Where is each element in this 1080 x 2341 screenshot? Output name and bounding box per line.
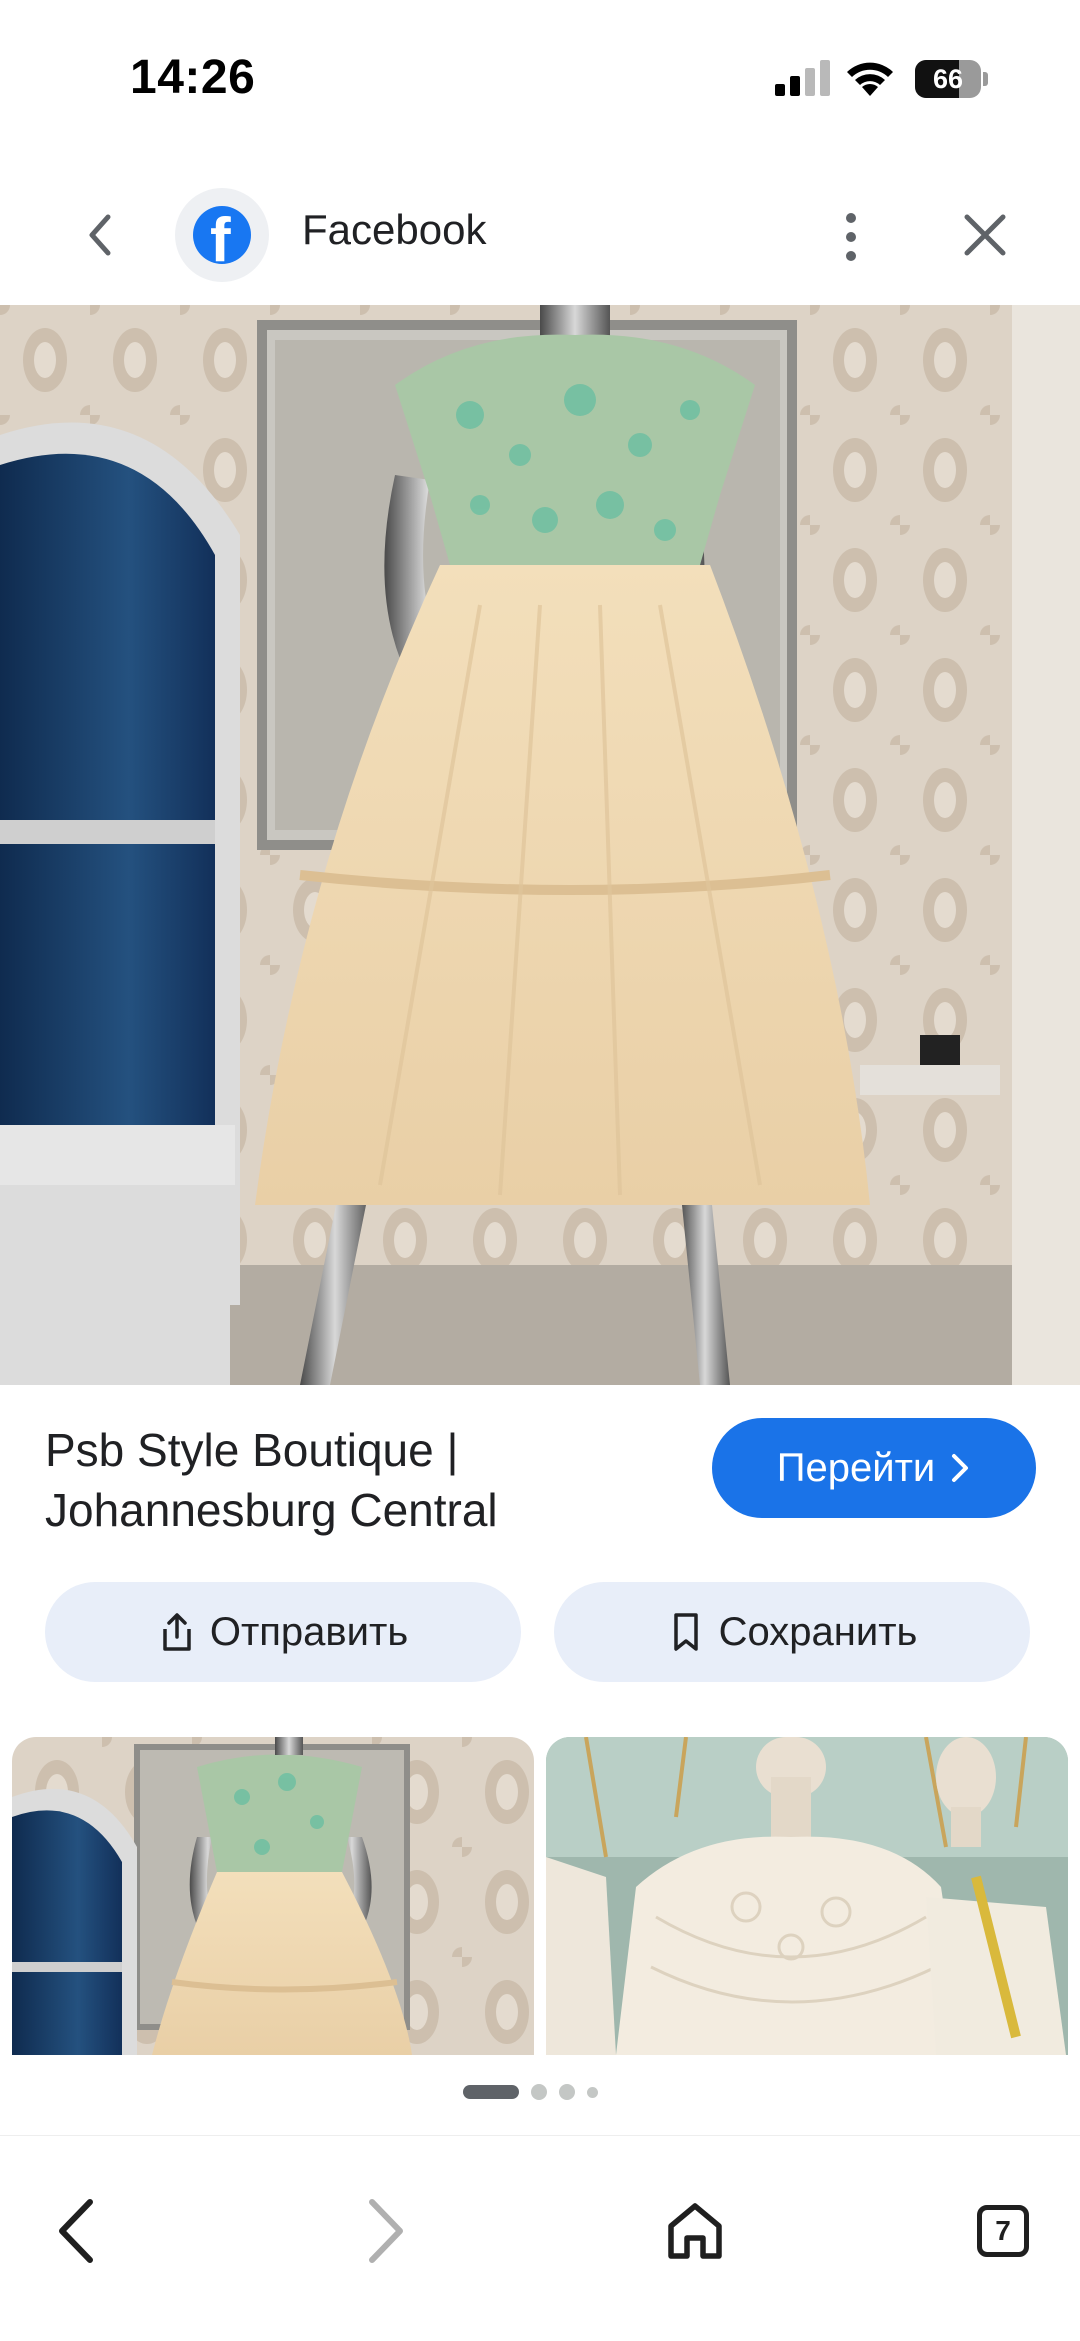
related-image-thumbnail[interactable]: [546, 1737, 1068, 2055]
site-favicon[interactable]: f: [175, 188, 269, 282]
close-icon: [964, 214, 1006, 256]
home-button[interactable]: [650, 2186, 740, 2276]
home-icon: [668, 2203, 722, 2259]
arrow-forward-icon: [369, 2199, 403, 2263]
related-image-thumbnail[interactable]: [12, 1737, 534, 2055]
cellular-signal-icon: [775, 60, 830, 96]
visit-button-label: Перейти: [776, 1445, 936, 1490]
carousel-page-indicator: [0, 2082, 1080, 2102]
tabs-button[interactable]: 7: [958, 2186, 1048, 2276]
status-bar: 14:26 66: [0, 0, 1080, 150]
share-button[interactable]: Отправить: [45, 1582, 521, 1682]
page-dot: [586, 2086, 598, 2098]
arrow-back-icon: [59, 2199, 93, 2263]
page-dot: [558, 2084, 575, 2100]
dress-photo: [0, 305, 1080, 1385]
battery-indicator: 66: [915, 60, 988, 98]
back-button[interactable]: [70, 200, 130, 270]
facebook-logo-icon: f: [193, 206, 251, 264]
site-name[interactable]: Facebook: [302, 206, 486, 254]
tab-count: 7: [977, 2205, 1029, 2257]
chevron-right-icon: [952, 1454, 969, 1482]
wifi-icon: [847, 62, 893, 96]
share-button-label: Отправить: [209, 1609, 409, 1654]
more-options-button[interactable]: [826, 202, 876, 272]
battery-level: 66: [932, 64, 964, 94]
visit-button[interactable]: Перейти: [712, 1418, 1036, 1518]
browser-back-button[interactable]: [32, 2186, 122, 2276]
main-result-image[interactable]: [0, 305, 1080, 1385]
more-vertical-icon: [846, 213, 856, 223]
status-time: 14:26: [130, 51, 256, 104]
save-button-label: Сохранить: [718, 1609, 918, 1654]
browser-bottom-toolbar: 7: [0, 2135, 1080, 2341]
close-button[interactable]: [955, 205, 1015, 265]
browser-forward-button[interactable]: [340, 2186, 430, 2276]
bookmark-icon: [673, 1613, 698, 1651]
result-title[interactable]: Psb Style Boutique | Johannesburg Centra…: [45, 1420, 685, 1540]
share-icon: [163, 1613, 191, 1651]
page-dot-active: [462, 2085, 519, 2099]
save-button[interactable]: Сохранить: [554, 1582, 1030, 1682]
source-header: f Facebook: [0, 160, 1080, 305]
page-dot: [530, 2084, 547, 2100]
chevron-left-icon: [89, 214, 111, 256]
